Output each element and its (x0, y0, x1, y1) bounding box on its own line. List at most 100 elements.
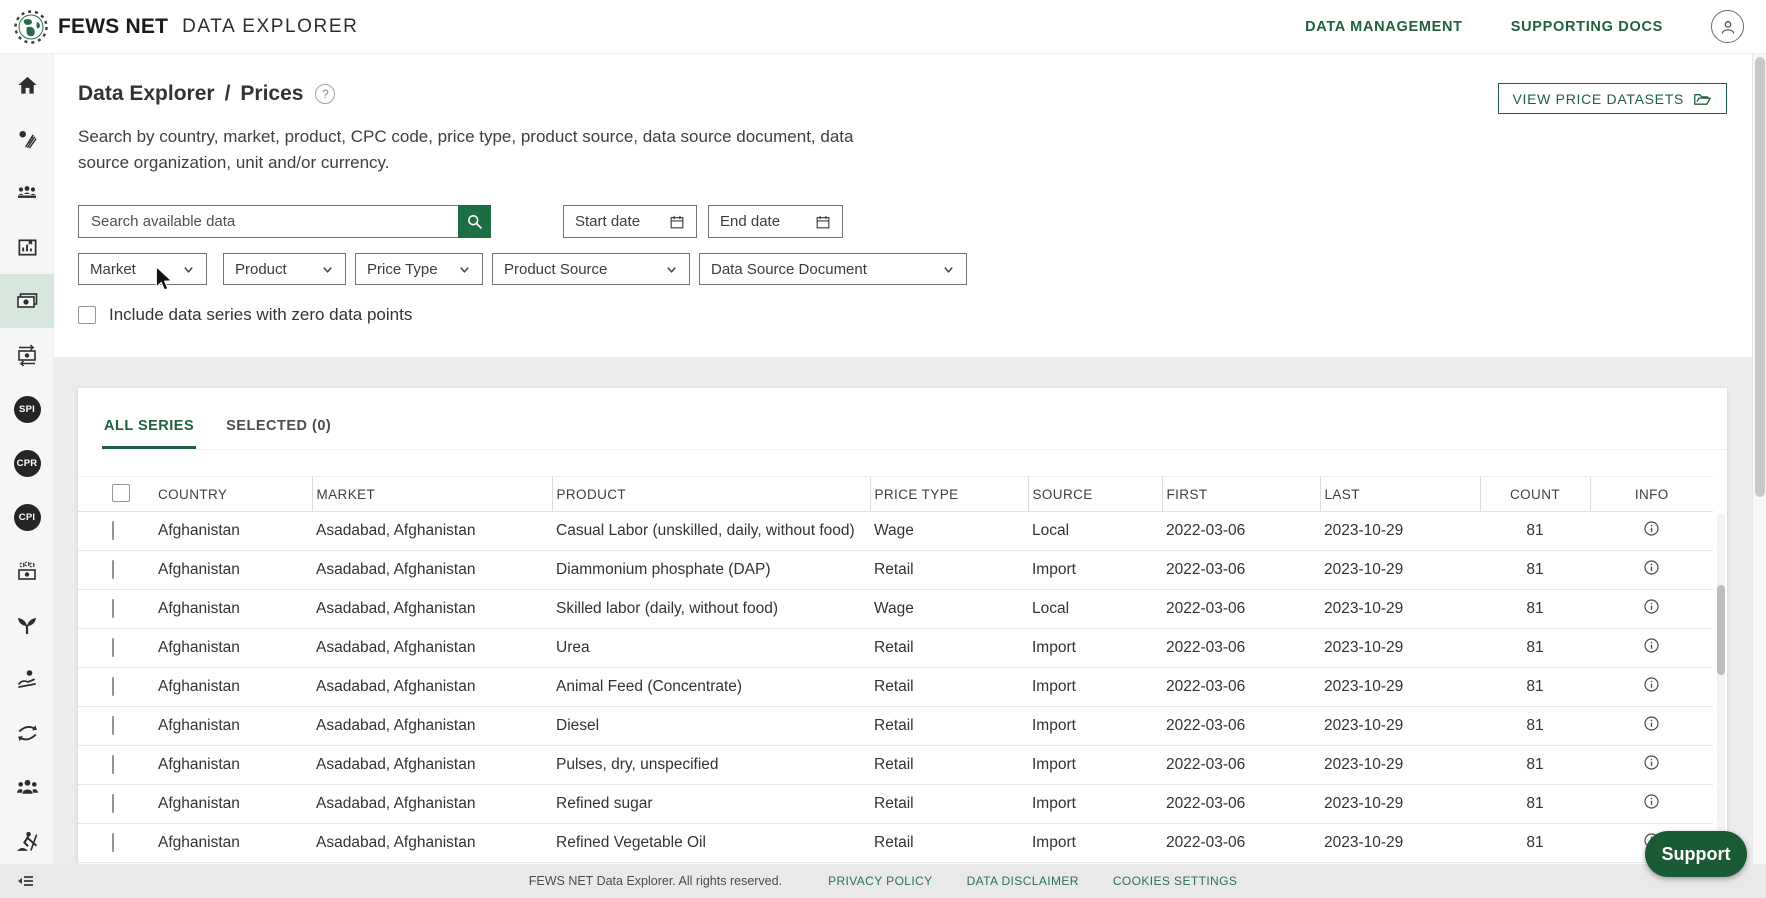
data-disclaimer-link[interactable]: DATA DISCLAIMER (967, 874, 1079, 888)
data-source-document-dropdown[interactable]: Data Source Document (699, 253, 967, 285)
cell-country: Afghanistan (154, 628, 312, 668)
population-group-icon (18, 186, 36, 198)
column-header-country: COUNTRY (154, 476, 312, 512)
sidebar-item-commodities[interactable] (0, 112, 54, 166)
sidebar-item-market-charts[interactable] (0, 220, 54, 274)
cell-country: Afghanistan (154, 550, 312, 590)
market-dropdown-label: Market (90, 260, 136, 278)
cell-price-type: Wage (870, 589, 1028, 629)
privacy-policy-link[interactable]: PRIVACY POLICY (828, 874, 933, 888)
select-all-checkbox[interactable] (112, 483, 130, 502)
sidebar-item-home[interactable] (0, 58, 54, 112)
cell-product: Diammonium phosphate (DAP) (552, 550, 870, 590)
sidebar-item-livelihoods[interactable] (0, 652, 54, 706)
page-scrollbar-track[interactable] (1752, 54, 1766, 864)
sidebar-item-cpi[interactable]: CPI (0, 490, 54, 544)
chevron-down-icon (460, 266, 469, 273)
cell-country: Afghanistan (154, 706, 312, 746)
cell-source: Import (1028, 667, 1162, 707)
support-button[interactable]: Support (1645, 831, 1747, 877)
nav-supporting-docs[interactable]: SUPPORTING DOCS (1511, 19, 1663, 35)
tab-selected[interactable]: SELECTED (0) (224, 406, 333, 449)
zero-data-checkbox[interactable] (78, 306, 96, 324)
row-checkbox[interactable] (112, 755, 114, 774)
tab-all-series[interactable]: ALL SERIES (102, 406, 197, 449)
sidebar-item-trade-flow[interactable] (0, 706, 54, 760)
product-source-dropdown[interactable]: Product Source (492, 253, 690, 285)
help-icon[interactable]: ? (315, 84, 336, 104)
start-date-placeholder: Start date (575, 213, 641, 230)
cell-source: Import (1028, 823, 1162, 863)
cell-country: Afghanistan (154, 511, 312, 551)
cell-count: 81 (1480, 628, 1590, 668)
calendar-icon (670, 215, 684, 228)
row-checkbox[interactable] (112, 833, 114, 852)
row-checkbox[interactable] (112, 521, 114, 540)
sidebar-item-money-transfer[interactable] (0, 328, 54, 382)
row-checkbox[interactable] (112, 599, 114, 618)
zero-data-checkbox-label: Include data series with zero data point… (109, 305, 413, 324)
row-checkbox[interactable] (112, 716, 114, 735)
sidebar-item-demographics[interactable] (0, 760, 54, 814)
cookies-settings-link[interactable]: COOKIES SETTINGS (1113, 874, 1237, 888)
view-price-datasets-button[interactable]: VIEW PRICE DATASETS (1497, 83, 1727, 114)
user-avatar-button[interactable] (1711, 10, 1744, 43)
trade-flow-arrows-icon (17, 724, 37, 741)
end-date-field[interactable]: End date (708, 205, 843, 238)
expand-menu-icon[interactable] (13, 869, 37, 893)
product-dropdown[interactable]: Product (223, 253, 346, 285)
table-row: Afghanistan Asadabad, Afghanistan Casual… (78, 511, 1713, 551)
search-input[interactable] (78, 205, 458, 238)
info-icon[interactable] (1642, 558, 1661, 577)
cell-first: 2022-03-06 (1162, 667, 1320, 707)
cell-source: Import (1028, 706, 1162, 746)
breadcrumb-data-explorer[interactable]: Data Explorer (78, 82, 215, 106)
row-checkbox[interactable] (112, 560, 114, 579)
cell-price-type: Retail (870, 550, 1028, 590)
info-icon[interactable] (1642, 519, 1661, 538)
table-row: Afghanistan Asadabad, Afghanistan Refine… (78, 784, 1713, 824)
end-date-placeholder: End date (720, 213, 781, 230)
sidebar-item-crops[interactable] (0, 598, 54, 652)
info-icon[interactable] (1642, 675, 1661, 694)
brand-logo[interactable]: FEWS NET DATA EXPLORER (14, 9, 358, 44)
sidebar-item-spi[interactable]: SPI (0, 382, 54, 436)
cell-first: 2022-03-06 (1162, 823, 1320, 863)
cell-price-type: Retail (870, 823, 1028, 863)
column-header-first: FIRST (1161, 476, 1320, 512)
table-scrollbar-track[interactable] (1717, 513, 1725, 861)
market-dropdown[interactable]: Market (78, 253, 207, 285)
row-checkbox[interactable] (112, 794, 114, 813)
sidebar-item-cpr[interactable]: CPR (0, 436, 54, 490)
cell-price-type: Retail (870, 706, 1028, 746)
cell-first: 2022-03-06 (1162, 784, 1320, 824)
info-icon[interactable] (1642, 714, 1661, 733)
cell-product: Casual Labor (unskilled, daily, without … (552, 511, 870, 551)
cell-count: 81 (1480, 511, 1590, 551)
page-scrollbar-thumb[interactable] (1755, 57, 1765, 497)
table-row: Afghanistan Asadabad, Afghanistan Refine… (78, 823, 1713, 863)
top-navigation: DATA MANAGEMENT SUPPORTING DOCS (1305, 10, 1744, 43)
price-type-dropdown[interactable]: Price Type (355, 253, 483, 285)
sidebar-item-prices[interactable] (0, 274, 54, 328)
cell-count: 81 (1480, 706, 1590, 746)
info-icon[interactable] (1642, 753, 1661, 772)
cell-first: 2022-03-06 (1162, 511, 1320, 551)
start-date-field[interactable]: Start date (563, 205, 697, 238)
sidebar-item-population[interactable] (0, 166, 54, 220)
column-header-price-type: PRICE TYPE (869, 476, 1028, 512)
sidebar-item-agricultural-labor[interactable] (0, 814, 54, 868)
search-button[interactable] (458, 205, 491, 238)
info-icon[interactable] (1642, 597, 1661, 616)
chevron-down-icon (667, 266, 676, 273)
data-source-document-dropdown-label: Data Source Document (711, 260, 867, 278)
cell-market: Asadabad, Afghanistan (312, 823, 552, 863)
info-icon[interactable] (1642, 792, 1661, 811)
row-checkbox[interactable] (112, 677, 114, 696)
info-icon[interactable] (1642, 636, 1661, 655)
nav-data-management[interactable]: DATA MANAGEMENT (1305, 19, 1463, 35)
row-checkbox[interactable] (112, 638, 114, 657)
sidebar-item-income[interactable] (0, 544, 54, 598)
table-scrollbar-thumb[interactable] (1717, 585, 1725, 675)
table-row: Afghanistan Asadabad, Afghanistan Animal… (78, 667, 1713, 707)
